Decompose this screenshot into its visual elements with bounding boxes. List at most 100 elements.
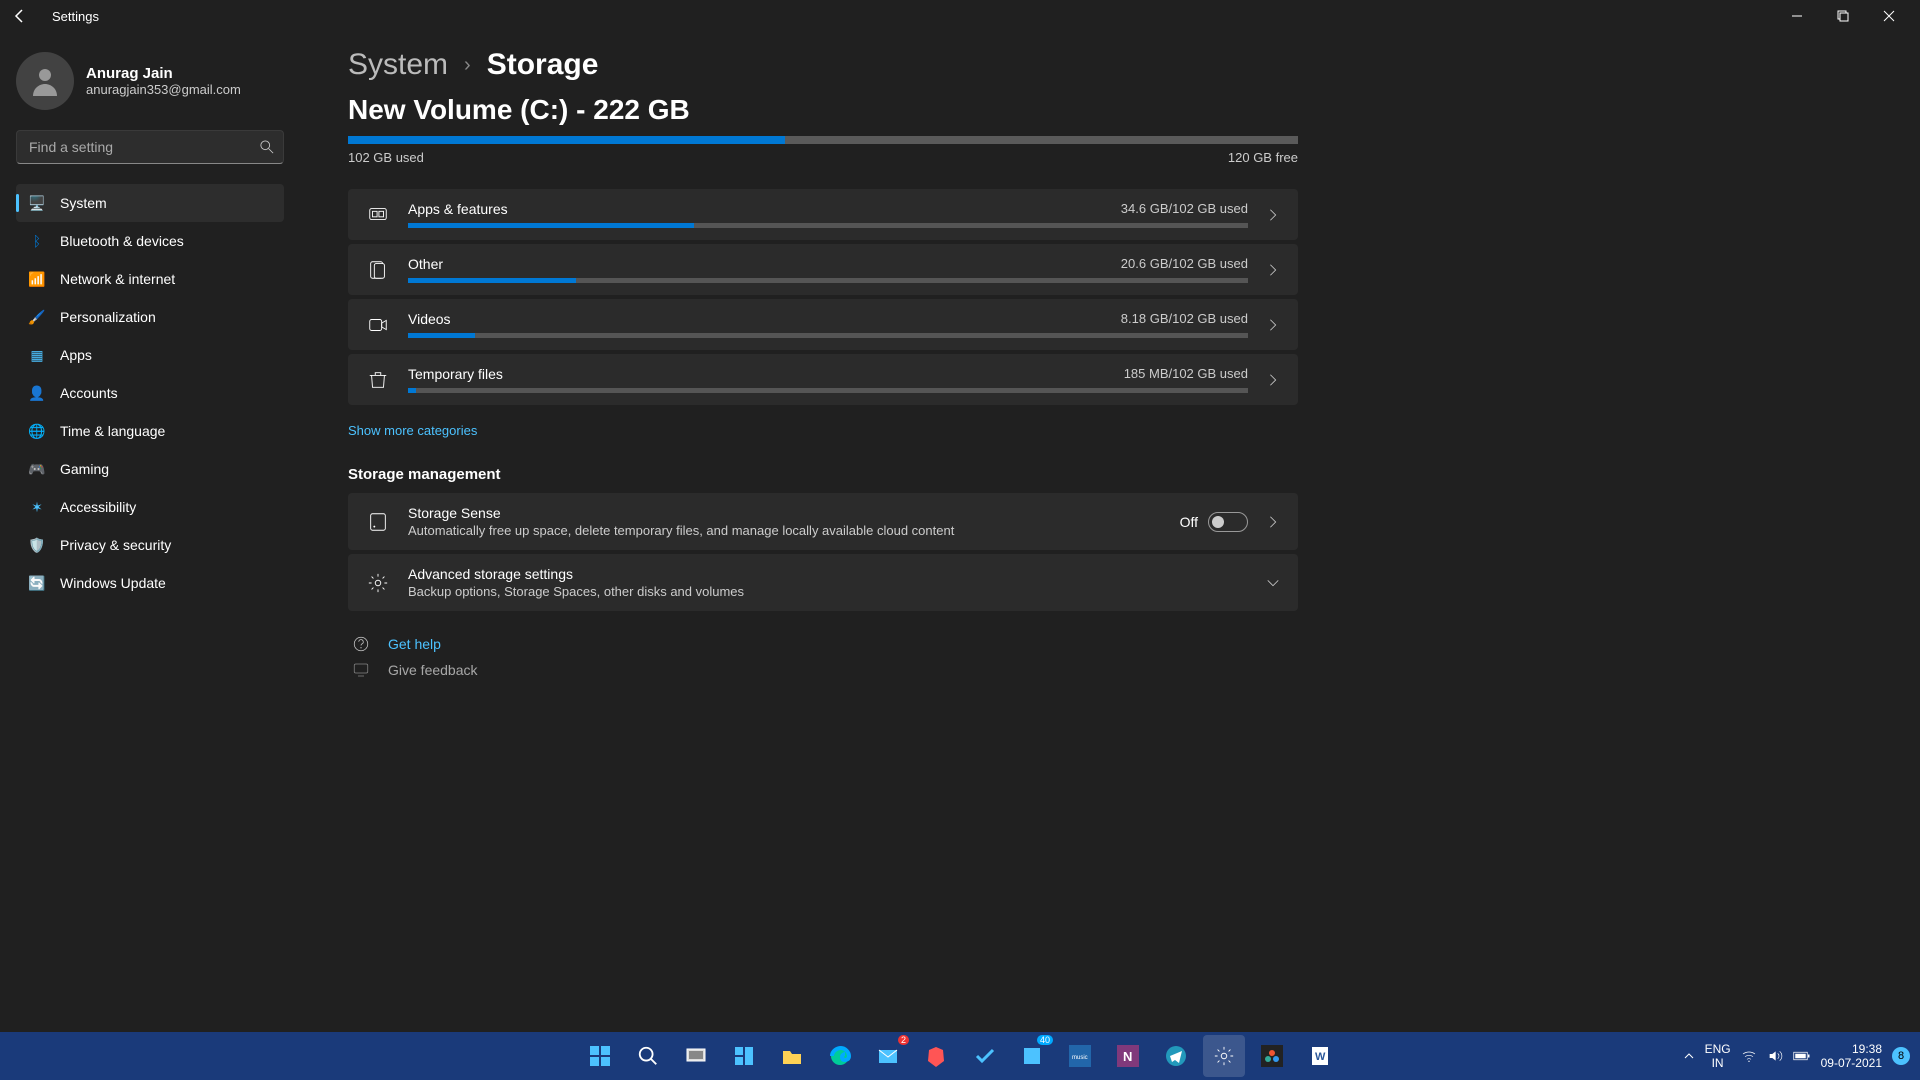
search-wrap [16,130,284,164]
task-view-button[interactable] [675,1035,717,1077]
video-icon [366,314,390,336]
close-button[interactable] [1866,0,1912,32]
disk-icon [366,511,390,533]
free-label: 120 GB free [1228,150,1298,165]
get-help-row: Get help [348,635,1880,653]
battery-icon[interactable] [1793,1050,1811,1062]
start-button[interactable] [579,1035,621,1077]
avatar [16,52,74,110]
nav-icon: 🛡️ [28,536,46,554]
amazon-music-icon[interactable]: music [1059,1035,1101,1077]
trash-icon [366,369,390,391]
storage-progress [348,136,1298,144]
widgets-button[interactable] [723,1035,765,1077]
back-button[interactable] [8,4,32,28]
wifi-icon[interactable] [1741,1048,1757,1064]
user-section[interactable]: Anurag Jain anuragjain353@gmail.com [16,44,284,126]
sidebar-item-gaming[interactable]: 🎮 Gaming [16,450,284,488]
sidebar-item-system[interactable]: 🖥️ System [16,184,284,222]
category-title: Videos [408,311,451,327]
svg-text:W: W [1315,1051,1326,1063]
category-card-temporary-files[interactable]: Temporary files 185 MB/102 GB used [348,354,1298,405]
toggle-state-label: Off [1180,514,1198,530]
show-more-link[interactable]: Show more categories [348,423,1880,438]
nav-label: System [60,195,107,211]
sidebar-item-bluetooth-devices[interactable]: ᛒ Bluetooth & devices [16,222,284,260]
svg-text:music: music [1072,1055,1088,1061]
nav-label: Bluetooth & devices [60,233,184,249]
mail-icon[interactable]: 2 [867,1035,909,1077]
breadcrumb-current: Storage [487,48,599,82]
search-input[interactable] [16,130,284,164]
category-progress [408,223,1248,228]
sidebar-item-network-internet[interactable]: 📶Network & internet [16,260,284,298]
nav-icon: ✶ [28,498,46,516]
nav-icon: 🌐 [28,422,46,440]
category-card-apps-features[interactable]: Apps & features 34.6 GB/102 GB used [348,189,1298,240]
nav-icon: 🎮 [28,460,46,478]
category-card-other[interactable]: Other 20.6 GB/102 GB used [348,244,1298,295]
search-button[interactable] [627,1035,669,1077]
nav-icon: 🖌️ [28,308,46,326]
todo-icon[interactable] [963,1035,1005,1077]
volume-heading: New Volume (C:) - 222 GB [348,94,1880,126]
nav-label: Windows Update [60,575,166,591]
sidebar-item-accounts[interactable]: 👤Accounts [16,374,284,412]
category-title: Apps & features [408,201,508,217]
feedback-link[interactable]: Give feedback [388,662,478,678]
nav-icon: ᛒ [28,232,46,250]
davinci-icon[interactable] [1251,1035,1293,1077]
category-progress [408,333,1248,338]
sidebar-item-windows-update[interactable]: 🔄 Windows Update [16,564,284,602]
category-usage: 34.6 GB/102 GB used [1121,201,1248,217]
storage-sense-card[interactable]: Storage Sense Automatically free up spac… [348,493,1298,550]
chevron-down-icon [1266,576,1280,590]
breadcrumb-parent[interactable]: System [348,48,448,82]
volume-icon[interactable] [1767,1048,1783,1064]
sidebar-item-accessibility[interactable]: ✶ Accessibility [16,488,284,526]
sidebar-item-apps[interactable]: ▦Apps [16,336,284,374]
nav-label: Accessibility [60,499,136,515]
chevron-right-icon [1266,515,1280,529]
sidebar-item-personalization[interactable]: 🖌️Personalization [16,298,284,336]
settings-icon[interactable] [1203,1035,1245,1077]
category-card-videos[interactable]: Videos 8.18 GB/102 GB used [348,299,1298,350]
edge-icon[interactable] [819,1035,861,1077]
get-help-link[interactable]: Get help [388,636,441,652]
word-icon[interactable]: W [1299,1035,1341,1077]
maximize-button[interactable] [1820,0,1866,32]
category-usage: 8.18 GB/102 GB used [1121,311,1248,327]
brave-icon[interactable] [915,1035,957,1077]
chevron-right-icon [1266,318,1280,332]
storage-sense-toggle[interactable] [1208,512,1248,532]
nav-label: Privacy & security [60,537,171,553]
window-title: Settings [52,9,99,24]
advanced-storage-card[interactable]: Advanced storage settings Backup options… [348,554,1298,611]
nav-icon: 🔄 [28,574,46,592]
titlebar: Settings [0,0,1920,32]
nav-icon: 🖥️ [28,194,46,212]
svg-text:N: N [1123,1049,1132,1064]
sidebar-item-time-language[interactable]: 🌐Time & language [16,412,284,450]
sidebar: Anurag Jain anuragjain353@gmail.com 🖥️ Sy… [0,32,300,1032]
gear-icon [366,572,390,594]
nav-label: Gaming [60,461,109,477]
management-heading: Storage management [348,466,1880,483]
minimize-button[interactable] [1774,0,1820,32]
notification-badge[interactable]: 8 [1892,1047,1910,1065]
news-icon[interactable]: 40 [1011,1035,1053,1077]
system-tray: ENGIN 19:3809-07-2021 8 [1683,1042,1910,1071]
tray-chevron-icon[interactable] [1683,1050,1695,1062]
telegram-icon[interactable] [1155,1035,1197,1077]
feedback-row: Give feedback [348,661,1880,679]
category-progress [408,278,1248,283]
onenote-icon[interactable]: N [1107,1035,1149,1077]
sidebar-item-privacy-security[interactable]: 🛡️ Privacy & security [16,526,284,564]
category-title: Temporary files [408,366,503,382]
chevron-right-icon [1266,263,1280,277]
category-usage: 185 MB/102 GB used [1124,366,1248,382]
language-indicator[interactable]: ENGIN [1705,1042,1731,1071]
clock[interactable]: 19:3809-07-2021 [1821,1042,1882,1071]
main-content: System › Storage New Volume (C:) - 222 G… [300,32,1920,1032]
explorer-icon[interactable] [771,1035,813,1077]
